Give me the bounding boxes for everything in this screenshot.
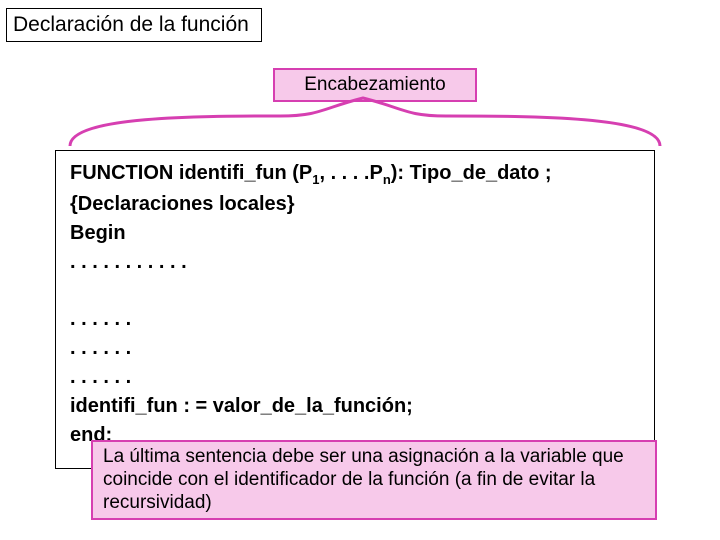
brace-icon bbox=[70, 98, 660, 146]
page-title-text: Declaración de la función bbox=[13, 13, 249, 36]
code-line-begin: Begin bbox=[70, 219, 640, 248]
label-encabezamiento-text: Encabezamiento bbox=[304, 74, 446, 95]
sig-subn: n bbox=[383, 172, 391, 187]
code-line-dots-a: . . . . . . . . . . . bbox=[70, 248, 640, 277]
page-title: Declaración de la función bbox=[6, 8, 262, 42]
code-block: FUNCTION identifi_fun (P1, . . . .Pn): T… bbox=[55, 150, 655, 469]
label-assign-note-text: La última sentencia debe ser una asignac… bbox=[103, 446, 624, 513]
code-line-blank bbox=[70, 277, 640, 305]
assign-ident: identifi_fun bbox=[70, 395, 178, 417]
label-encabezamiento: Encabezamiento bbox=[273, 68, 477, 102]
code-line-dots-d: . . . . . . bbox=[70, 363, 640, 392]
sig-close: ): Tipo_de_dato ; bbox=[391, 162, 552, 184]
ident-name: identifi_fun bbox=[179, 162, 287, 184]
kw-function: FUNCTION bbox=[70, 162, 179, 184]
code-line-dots-c: . . . . . . bbox=[70, 334, 640, 363]
sig-mid: , . . . .P bbox=[319, 162, 382, 184]
code-line-dots-b: . . . . . . bbox=[70, 305, 640, 334]
sig-open: (P bbox=[287, 162, 313, 184]
code-line-decl: {Declaraciones locales} bbox=[70, 190, 640, 219]
code-line-assign: identifi_fun : = valor_de_la_función; bbox=[70, 392, 640, 421]
code-line-signature: FUNCTION identifi_fun (P1, . . . .Pn): T… bbox=[70, 159, 640, 190]
assign-rest: : = valor_de_la_función; bbox=[178, 395, 413, 417]
label-assign-note: La última sentencia debe ser una asignac… bbox=[91, 440, 657, 520]
